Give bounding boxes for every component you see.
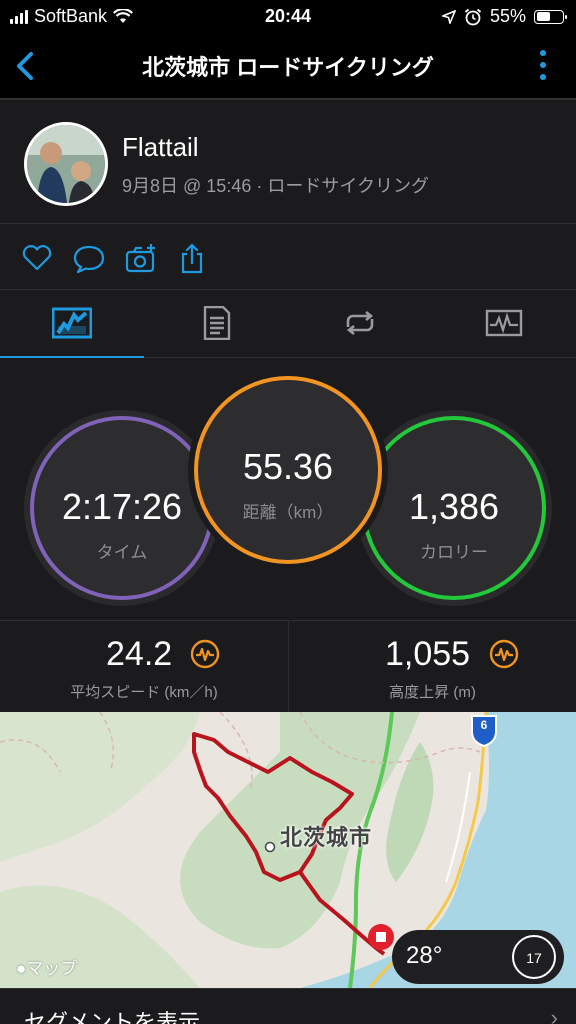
weather-badge[interactable]: 28° 17	[392, 930, 564, 984]
battery-percent: 55%	[489, 6, 526, 26]
elevation-stat[interactable]: 1,055 高度上昇 (m)	[288, 621, 576, 713]
tab-stats[interactable]	[0, 290, 144, 359]
tab-laps[interactable]	[288, 290, 432, 358]
details-icon	[203, 306, 231, 340]
add-photo-icon[interactable]	[124, 242, 158, 274]
like-heart-icon[interactable]	[20, 242, 54, 274]
speed-gauge-icon	[190, 639, 220, 669]
stats-icon	[52, 307, 92, 339]
stats-row: 24.2 平均スピード (km／h) 1,055 高度上昇 (m)	[0, 620, 576, 713]
wind-compass-icon: 17	[512, 935, 556, 979]
avg-speed-label: 平均スピード (km／h)	[70, 684, 218, 701]
finish-pin-icon	[368, 924, 394, 950]
map-city-label: 北茨城市	[280, 825, 373, 850]
time-label: タイム	[96, 543, 148, 562]
share-icon[interactable]	[176, 242, 210, 274]
location-arrow-icon	[441, 9, 456, 24]
user-name[interactable]: Flattail	[122, 132, 199, 163]
avg-speed-value: 24.2	[106, 635, 173, 673]
battery-icon	[534, 9, 567, 24]
avatar[interactable]	[24, 122, 108, 206]
distance-circle[interactable]: 55.36 距離（km）	[188, 370, 388, 570]
tab-details[interactable]	[144, 290, 288, 358]
page-title: 北茨城市 ロードサイクリング	[142, 55, 434, 80]
status-bar: SoftBank 20:44 55%	[0, 0, 576, 32]
apple-logo-icon: ●	[16, 959, 27, 978]
route-badge: 6	[480, 718, 488, 732]
summary-circles: 2:17:26 タイム 1,386 カロリー 55.36 距離（km）	[0, 358, 576, 620]
elevation-label: 高度上昇 (m)	[389, 684, 476, 701]
calories-label: カロリー	[420, 543, 488, 562]
segment-label: セグメントを表示	[24, 1010, 201, 1024]
temperature: 28°	[406, 942, 443, 969]
activity-header: Flattail 9月8日 @ 15:46 · ロードサイクリング	[0, 100, 576, 224]
distance-value: 55.36	[242, 446, 334, 487]
activity-meta: 9月8日 @ 15:46 · ロードサイクリング	[122, 176, 429, 196]
chevron-right-icon: ›	[550, 1005, 558, 1024]
laps-icon	[346, 310, 374, 336]
map-credit: ●マップ	[16, 959, 78, 978]
action-bar	[0, 224, 576, 290]
distance-label: 距離（km）	[242, 503, 334, 522]
tab-bar	[0, 290, 576, 359]
elevation-gauge-icon	[489, 639, 519, 669]
elevation-value: 1,055	[385, 635, 471, 673]
comment-icon[interactable]	[72, 242, 106, 274]
nav-bar: 北茨城市 ロードサイクリング	[0, 32, 576, 100]
route-map[interactable]: 北茨城市 6 ●マップ 28° 17	[0, 712, 576, 988]
alarm-icon	[464, 8, 482, 25]
more-menu-button[interactable]	[540, 50, 548, 84]
graph-icon	[485, 309, 523, 337]
show-segments-row[interactable]: セグメントを表示 ›	[0, 988, 576, 1024]
avg-speed-stat[interactable]: 24.2 平均スピード (km／h)	[0, 621, 288, 713]
tab-graph[interactable]	[432, 290, 576, 358]
